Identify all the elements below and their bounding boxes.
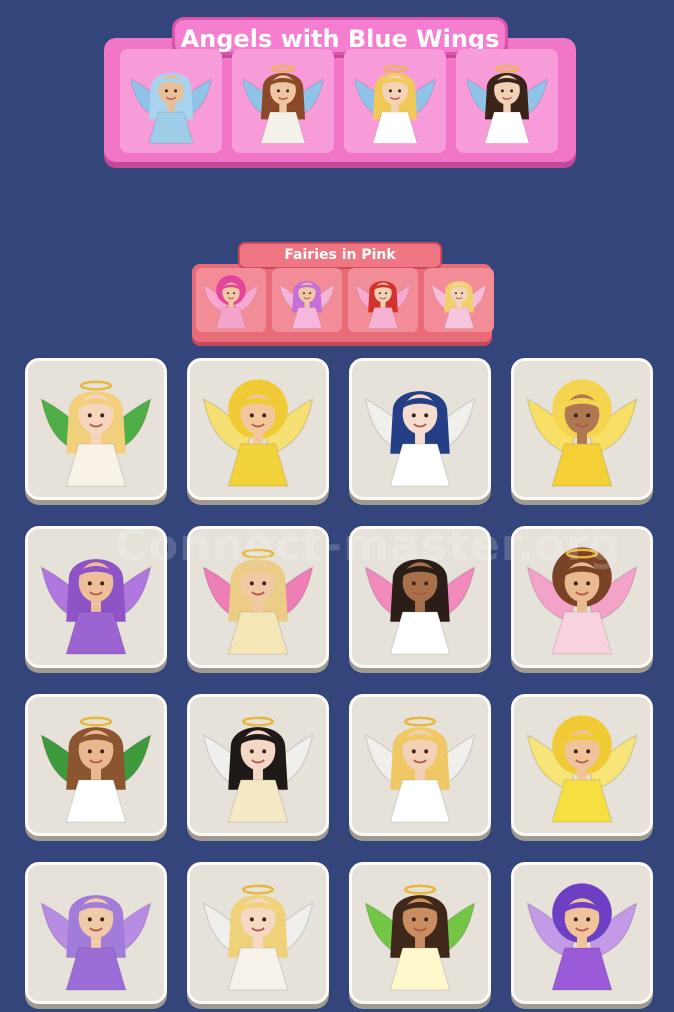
tile[interactable] [187,862,329,1004]
group-slot [348,268,418,332]
tile[interactable] [187,358,329,500]
tile[interactable] [511,694,653,836]
tile[interactable] [511,862,653,1004]
tile[interactable] [25,358,167,500]
character-icon [355,281,411,329]
group-angels-with-blue-wings: Angels with Blue Wings [104,17,576,162]
group-slot [196,268,266,332]
character-icon [241,65,325,144]
group-title: Fairies in Pink [238,242,442,269]
watermark: Connect-master.org [114,520,622,571]
character-icon [202,716,314,823]
tile[interactable] [25,694,167,836]
group-slot [424,268,494,332]
character-icon [40,895,152,991]
tile[interactable] [25,862,167,1004]
character-icon [364,716,476,823]
group-fairies-in-pink: Fairies in Pink [188,240,494,342]
tile[interactable] [511,358,653,500]
character-icon [40,716,152,823]
character-icon [279,281,335,329]
group-slot [272,268,342,332]
tile[interactable] [187,694,329,836]
group-slot [120,49,222,153]
group-slot [456,49,558,153]
character-icon [364,391,476,487]
character-icon [465,65,549,144]
character-icon [431,281,487,329]
character-icon [526,379,638,487]
tile[interactable] [349,694,491,836]
group-title: Angels with Blue Wings [172,17,508,55]
character-icon [202,884,314,991]
tile[interactable] [349,358,491,500]
tile[interactable] [349,862,491,1004]
character-icon [526,715,638,823]
character-icon [203,275,259,329]
group-slot [232,49,334,153]
character-icon [353,65,437,144]
character-icon [40,380,152,487]
character-icon [364,884,476,991]
character-icon [202,379,314,487]
group-slot [344,49,446,153]
character-icon [526,883,638,991]
character-icon [129,72,213,144]
